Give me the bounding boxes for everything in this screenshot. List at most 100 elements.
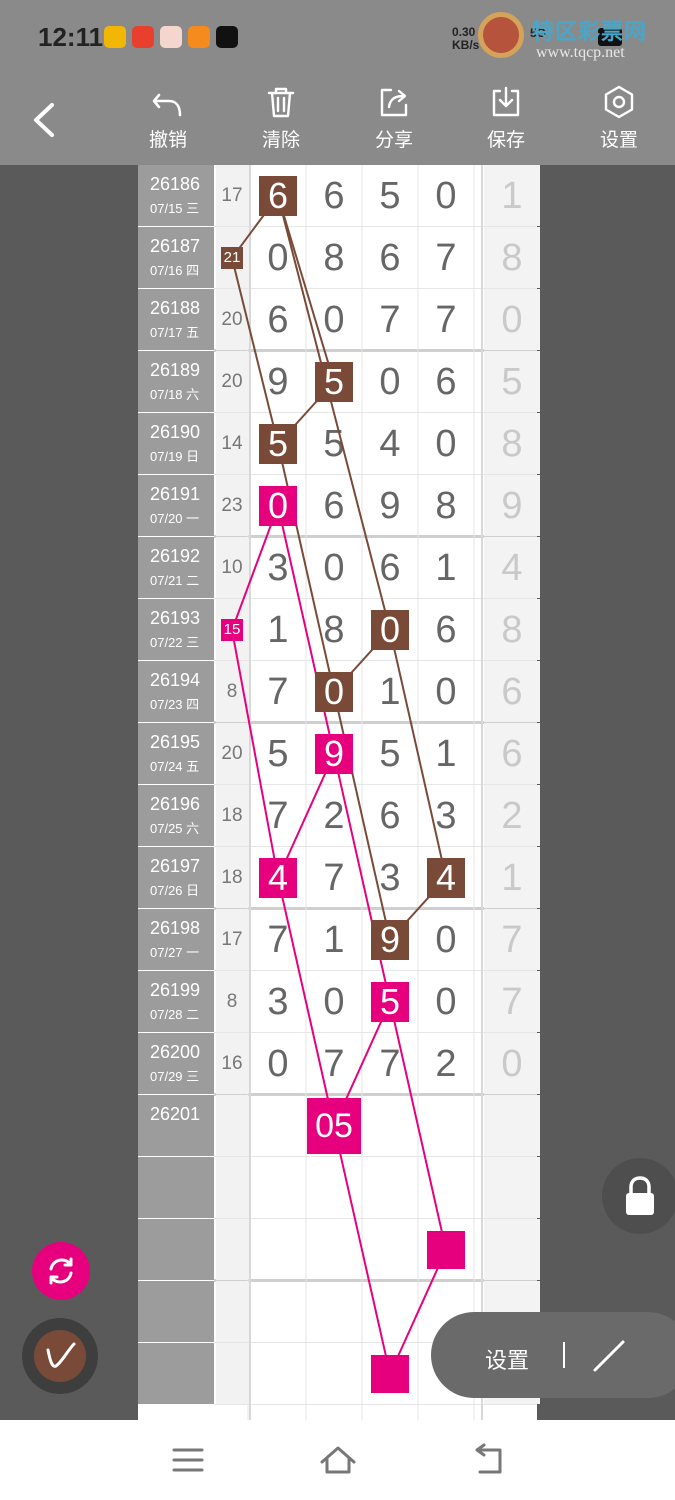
digit-cell[interactable]: 0 <box>306 971 362 1032</box>
digit-cell[interactable]: 7 <box>250 909 306 970</box>
digit-cell[interactable]: 0 <box>418 971 474 1032</box>
digit-cell[interactable]: 5 <box>362 723 418 784</box>
digit-cell[interactable]: 7 <box>418 227 474 288</box>
clear-button[interactable]: 清除 <box>241 85 321 161</box>
digit-cell[interactable] <box>250 1219 306 1280</box>
sum-cell[interactable]: 10 <box>216 537 248 598</box>
digit-cell[interactable]: 0 <box>250 1033 306 1094</box>
digit-cell[interactable] <box>362 1157 418 1218</box>
pink-highlight-mark[interactable]: 9 <box>315 734 353 774</box>
brown-highlight-mark[interactable]: 9 <box>371 920 409 960</box>
last-digit-cell[interactable]: 4 <box>484 537 540 598</box>
last-digit-cell[interactable]: 8 <box>484 413 540 474</box>
brown-highlight-mark[interactable]: 0 <box>315 672 353 712</box>
digit-cell[interactable]: 3 <box>250 971 306 1032</box>
digit-cell[interactable]: 7 <box>418 289 474 350</box>
digit-cell[interactable]: 1 <box>306 909 362 970</box>
digit-cell[interactable]: 7 <box>250 785 306 846</box>
digit-cell[interactable] <box>306 1281 362 1342</box>
digit-cell[interactable]: 7 <box>306 1033 362 1094</box>
digit-cell[interactable] <box>306 1219 362 1280</box>
digit-cell[interactable]: 0 <box>418 661 474 722</box>
last-digit-cell[interactable]: 0 <box>484 1033 540 1094</box>
sum-cell[interactable]: 8 <box>216 661 248 722</box>
sum-cell[interactable] <box>216 1219 248 1280</box>
pink-highlight-mark[interactable]: 15 <box>221 619 243 641</box>
back-icon[interactable] <box>22 97 68 143</box>
last-digit-cell[interactable]: 5 <box>484 351 540 412</box>
digit-cell[interactable]: 0 <box>418 909 474 970</box>
pill-settings-label[interactable]: 设置 <box>485 1343 529 1375</box>
digit-cell[interactable]: 7 <box>306 847 362 908</box>
digit-cell[interactable] <box>362 1219 418 1280</box>
pink-highlight-mark[interactable]: 4 <box>259 858 297 898</box>
brown-highlight-mark[interactable]: 21 <box>221 247 243 269</box>
sum-cell[interactable]: 20 <box>216 289 248 350</box>
digit-cell[interactable] <box>250 1095 306 1156</box>
digit-cell[interactable]: 7 <box>362 289 418 350</box>
sum-cell[interactable]: 18 <box>216 785 248 846</box>
digit-cell[interactable]: 1 <box>250 599 306 660</box>
brown-highlight-mark[interactable]: 5 <box>315 362 353 402</box>
digit-cell[interactable]: 6 <box>306 475 362 536</box>
sum-cell[interactable]: 18 <box>216 847 248 908</box>
last-digit-cell[interactable]: 0 <box>484 289 540 350</box>
save-button[interactable]: 保存 <box>466 85 546 161</box>
settings-button[interactable]: 设置 <box>579 85 659 161</box>
digit-cell[interactable]: 7 <box>250 661 306 722</box>
digit-cell[interactable]: 0 <box>250 227 306 288</box>
digit-cell[interactable]: 0 <box>306 537 362 598</box>
sum-cell[interactable]: 20 <box>216 723 248 784</box>
digit-cell[interactable]: 6 <box>362 537 418 598</box>
sum-cell[interactable] <box>216 1281 248 1342</box>
undo-button[interactable]: 撤销 <box>128 85 208 161</box>
brown-highlight-mark[interactable]: 0 <box>371 610 409 650</box>
digit-cell[interactable]: 6 <box>306 165 362 226</box>
pink-highlight-mark[interactable]: 5 <box>371 982 409 1022</box>
digit-cell[interactable]: 0 <box>362 351 418 412</box>
digit-cell[interactable]: 1 <box>362 661 418 722</box>
drawing-mode-pill[interactable]: 设置 <box>431 1312 675 1398</box>
digit-cell[interactable]: 2 <box>306 785 362 846</box>
share-button[interactable]: 分享 <box>354 85 434 161</box>
digit-cell[interactable]: 5 <box>250 723 306 784</box>
brown-highlight-mark[interactable]: 4 <box>427 858 465 898</box>
last-digit-cell[interactable]: 8 <box>484 599 540 660</box>
digit-cell[interactable] <box>418 1095 474 1156</box>
sum-cell[interactable]: 14 <box>216 413 248 474</box>
sync-button[interactable] <box>32 1242 90 1300</box>
sum-cell[interactable]: 17 <box>216 909 248 970</box>
last-digit-cell[interactable]: 7 <box>484 971 540 1032</box>
sum-cell[interactable]: 8 <box>216 971 248 1032</box>
last-digit-cell[interactable] <box>484 1219 540 1280</box>
lock-button[interactable] <box>602 1158 675 1234</box>
home-icon[interactable] <box>318 1442 358 1478</box>
digit-cell[interactable] <box>418 1157 474 1218</box>
digit-cell[interactable]: 7 <box>362 1033 418 1094</box>
menu-icon[interactable] <box>168 1442 208 1478</box>
digit-cell[interactable]: 2 <box>418 1033 474 1094</box>
digit-cell[interactable]: 4 <box>362 413 418 474</box>
last-digit-cell[interactable]: 1 <box>484 847 540 908</box>
digit-cell[interactable] <box>250 1343 306 1404</box>
digit-cell[interactable] <box>306 1343 362 1404</box>
digit-cell[interactable] <box>250 1157 306 1218</box>
digit-cell[interactable]: 3 <box>362 847 418 908</box>
digit-cell[interactable]: 0 <box>306 289 362 350</box>
sum-cell[interactable]: 17 <box>216 165 248 226</box>
sum-cell[interactable] <box>216 1095 248 1156</box>
sum-cell[interactable]: 16 <box>216 1033 248 1094</box>
digit-cell[interactable]: 3 <box>250 537 306 598</box>
digit-cell[interactable]: 0 <box>418 413 474 474</box>
digit-cell[interactable]: 8 <box>306 227 362 288</box>
last-digit-cell[interactable] <box>484 1095 540 1156</box>
digit-cell[interactable]: 6 <box>418 599 474 660</box>
prediction-mark[interactable]: 05 <box>307 1098 361 1154</box>
digit-cell[interactable]: 0 <box>418 165 474 226</box>
digit-cell[interactable]: 3 <box>418 785 474 846</box>
digit-cell[interactable] <box>250 1281 306 1342</box>
pink-highlight-mark[interactable]: 0 <box>259 486 297 526</box>
sum-cell[interactable]: 20 <box>216 351 248 412</box>
digit-cell[interactable]: 6 <box>362 227 418 288</box>
digit-cell[interactable]: 5 <box>362 165 418 226</box>
